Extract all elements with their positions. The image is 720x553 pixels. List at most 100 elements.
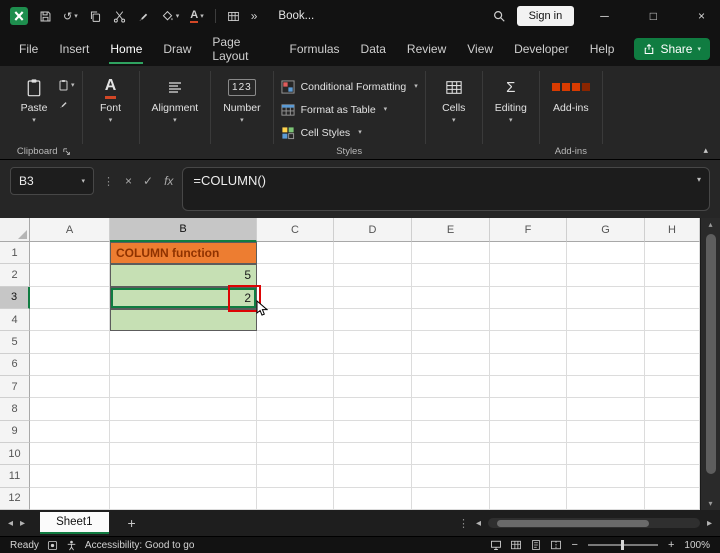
undo-icon[interactable]: ↺ ▾ xyxy=(63,10,78,23)
more-commands-icon[interactable]: » xyxy=(251,9,258,23)
menu-tab-draw[interactable]: Draw xyxy=(162,34,192,64)
cells-button[interactable]: Cells ▾ xyxy=(433,73,475,126)
cell-H8[interactable] xyxy=(645,398,700,421)
row-header-1[interactable]: 1 xyxy=(0,242,30,265)
workbook-name[interactable]: Book... xyxy=(278,10,314,22)
column-header-A[interactable]: A xyxy=(30,218,110,242)
collapse-ribbon-icon[interactable]: ▴ xyxy=(703,145,708,156)
page-break-preview-icon[interactable] xyxy=(550,539,562,551)
name-box-dropdown-icon[interactable]: ▾ xyxy=(81,178,85,185)
cut-icon[interactable] xyxy=(113,10,126,23)
sheet-nav-left-icon[interactable]: ◂ xyxy=(8,518,13,529)
cell-F3[interactable] xyxy=(490,286,567,309)
maximize-button[interactable]: □ xyxy=(635,0,672,32)
cell-E10[interactable] xyxy=(412,442,490,466)
cell-E3[interactable] xyxy=(412,286,490,309)
row-header-4[interactable]: 4 xyxy=(0,308,30,332)
paste-special-button[interactable]: ▾ xyxy=(58,79,75,91)
cell-B2[interactable]: 5 xyxy=(110,264,257,287)
cell-D10[interactable] xyxy=(334,442,412,466)
cell-C11[interactable] xyxy=(257,465,334,488)
cell-A5[interactable] xyxy=(30,331,110,354)
column-header-B[interactable]: B xyxy=(110,218,257,242)
zoom-slider-thumb[interactable] xyxy=(620,540,624,550)
cell-G1[interactable] xyxy=(567,242,645,265)
share-button[interactable]: Share ▾ xyxy=(634,38,710,60)
cell-D9[interactable] xyxy=(334,420,412,443)
accessibility-icon[interactable] xyxy=(66,540,77,551)
share-dropdown-icon[interactable]: ▾ xyxy=(697,46,701,53)
cell-D8[interactable] xyxy=(334,398,412,421)
paste-button[interactable]: Paste ▾ xyxy=(13,73,55,126)
row-header-6[interactable]: 6 xyxy=(0,353,30,376)
cell-F7[interactable] xyxy=(490,375,567,399)
row-header-12[interactable]: 12 xyxy=(0,487,30,510)
cell-E7[interactable] xyxy=(412,375,490,399)
accessibility-status[interactable]: Accessibility: Good to go xyxy=(85,540,195,551)
cell-A9[interactable] xyxy=(30,420,110,443)
tab-splitter-icon[interactable]: ⋮ xyxy=(458,517,469,530)
cell-D5[interactable] xyxy=(334,331,412,354)
format-as-table-button[interactable]: Format as Table ▾ xyxy=(281,99,418,120)
normal-view-icon[interactable] xyxy=(510,539,522,551)
cell-B6[interactable] xyxy=(110,353,257,376)
cell-C2[interactable] xyxy=(257,264,334,287)
menu-tab-insert[interactable]: Insert xyxy=(58,34,90,64)
cell-A3[interactable] xyxy=(30,286,110,309)
cell-E11[interactable] xyxy=(412,465,490,488)
cell-D7[interactable] xyxy=(334,375,412,399)
cell-G2[interactable] xyxy=(567,264,645,287)
row-header-10[interactable]: 10 xyxy=(0,442,30,466)
display-settings-icon[interactable] xyxy=(490,539,502,551)
row-header-11[interactable]: 11 xyxy=(0,465,30,488)
paste-special-dropdown-icon[interactable]: ▾ xyxy=(71,82,75,89)
cell-G7[interactable] xyxy=(567,375,645,399)
cell-B11[interactable] xyxy=(110,465,257,488)
macro-record-icon[interactable] xyxy=(47,540,58,551)
sign-in-button[interactable]: Sign in xyxy=(516,6,575,26)
zoom-slider[interactable] xyxy=(587,540,658,550)
cell-H9[interactable] xyxy=(645,420,700,443)
cell-B4[interactable] xyxy=(110,308,257,332)
cell-B9[interactable] xyxy=(110,420,257,443)
font-color-icon[interactable]: A ▾ xyxy=(190,9,204,24)
number-dropdown-icon[interactable]: ▾ xyxy=(240,117,244,124)
cell-G11[interactable] xyxy=(567,465,645,488)
cell-D11[interactable] xyxy=(334,465,412,488)
column-header-G[interactable]: G xyxy=(567,218,645,242)
cell-B3[interactable]: 2 xyxy=(110,284,269,316)
zoom-level[interactable]: 100% xyxy=(684,540,710,551)
cell-E8[interactable] xyxy=(412,398,490,421)
zoom-out-button[interactable]: − xyxy=(570,539,580,551)
cell-A1[interactable] xyxy=(30,242,110,265)
cell-D3[interactable] xyxy=(334,286,412,309)
cell-G8[interactable] xyxy=(567,398,645,421)
cell-A4[interactable] xyxy=(30,308,110,332)
menu-tab-help[interactable]: Help xyxy=(589,34,616,64)
zoom-in-button[interactable]: + xyxy=(666,539,676,551)
column-header-D[interactable]: D xyxy=(334,218,412,242)
cell-B5[interactable] xyxy=(110,331,257,354)
cell-A11[interactable] xyxy=(30,465,110,488)
insert-function-icon[interactable]: fx xyxy=(164,174,173,188)
horizontal-scrollbar[interactable] xyxy=(487,518,700,528)
cell-G12[interactable] xyxy=(567,487,645,510)
conditional-formatting-dropdown-icon[interactable]: ▾ xyxy=(414,83,418,90)
hscroll-right-icon[interactable]: ▸ xyxy=(707,518,712,529)
save-icon[interactable] xyxy=(39,10,52,23)
cell-E6[interactable] xyxy=(412,353,490,376)
cell-E1[interactable] xyxy=(412,242,490,265)
cell-D4[interactable] xyxy=(334,308,412,332)
alignment-button[interactable]: Alignment ▾ xyxy=(147,73,204,126)
cell-H4[interactable] xyxy=(645,308,700,332)
cell-H7[interactable] xyxy=(645,375,700,399)
cells-dropdown-icon[interactable]: ▾ xyxy=(452,117,456,124)
row-header-3[interactable]: 3 xyxy=(0,286,30,309)
number-button[interactable]: 123 Number ▾ xyxy=(218,73,265,126)
menu-tab-developer[interactable]: Developer xyxy=(513,34,570,64)
formula-bar-expand-icon[interactable]: ▾ xyxy=(697,175,701,184)
cell-H3[interactable] xyxy=(645,286,700,309)
copy-icon[interactable] xyxy=(89,10,102,23)
paste-dropdown-icon[interactable]: ▾ xyxy=(32,117,36,124)
cell-F10[interactable] xyxy=(490,442,567,466)
